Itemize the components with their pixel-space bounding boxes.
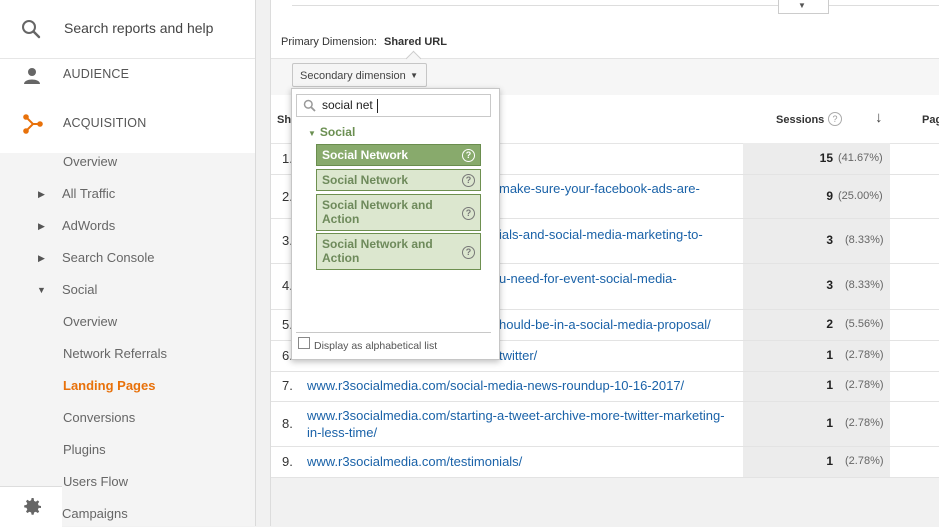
- dimension-search-value: social net: [322, 98, 373, 112]
- help-icon[interactable]: ?: [462, 149, 475, 162]
- row-percent: (5.56%): [845, 318, 884, 330]
- column-header-sessions[interactable]: Sessions: [776, 114, 824, 126]
- caret-down-icon[interactable]: ▼: [37, 285, 46, 295]
- text-cursor: [377, 99, 378, 113]
- divider: [292, 5, 939, 6]
- sidebar-item-search-console[interactable]: Search Console: [62, 250, 155, 265]
- row-link[interactable]: u-need-for-event-social-media-: [499, 270, 677, 287]
- admin-button[interactable]: [0, 486, 62, 527]
- row-number: 7.: [282, 378, 293, 393]
- collapse-toggle[interactable]: ▼: [778, 0, 829, 14]
- sidebar-item-audience[interactable]: AUDIENCE: [0, 59, 255, 103]
- row-link[interactable]: ials-and-social-media-marketing-to-: [499, 226, 703, 243]
- row-number: 8.: [282, 416, 293, 431]
- row-sessions: 1: [826, 348, 833, 362]
- sidebar-item-network-referrals[interactable]: Network Referrals: [63, 346, 167, 361]
- dimension-search-field[interactable]: social net: [296, 94, 491, 117]
- sidebar-item-users-flow[interactable]: Users Flow: [63, 474, 128, 489]
- option-label: Social Network: [322, 148, 409, 162]
- secondary-dimension-label: Secondary dimension: [300, 70, 406, 82]
- option-social-network-selected[interactable]: Social Network ?: [316, 144, 481, 166]
- caret-right-icon[interactable]: ▶: [38, 253, 45, 264]
- row-sessions: 1: [826, 416, 833, 430]
- row-link[interactable]: www.r3socialmedia.com/testimonials/: [307, 453, 522, 470]
- row-link[interactable]: www.r3socialmedia.com/starting-a-tweet-a…: [307, 407, 737, 441]
- secondary-dimension-button[interactable]: Secondary dimension ▼: [292, 63, 427, 87]
- sidebar-item-label: AUDIENCE: [63, 67, 130, 81]
- sidebar-item-acquisition[interactable]: ACQUISITION: [0, 103, 255, 153]
- table-row: 7. www.r3socialmedia.com/social-media-ne…: [271, 371, 939, 402]
- sidebar-item-adwords[interactable]: AdWords: [62, 218, 115, 233]
- row-percent: (41.67%): [838, 152, 883, 164]
- sidebar-item-all-traffic[interactable]: All Traffic: [62, 186, 115, 201]
- acquisition-icon: [22, 113, 44, 140]
- arrow-down-icon[interactable]: ↓: [875, 109, 883, 126]
- sidebar-item-label: ACQUISITION: [63, 116, 147, 130]
- sidebar-item-landing-pages[interactable]: Landing Pages: [63, 378, 155, 393]
- help-icon[interactable]: ?: [462, 245, 475, 259]
- option-social-network[interactable]: Social Network ?: [316, 169, 481, 191]
- row-percent: (2.78%): [845, 349, 884, 361]
- search-input[interactable]: Search reports and help: [64, 20, 213, 36]
- row-percent: (2.78%): [845, 455, 884, 467]
- row-sessions: 15: [819, 151, 833, 165]
- chevron-down-icon: ▼: [410, 71, 418, 80]
- primary-dimension-label: Primary Dimension:: [281, 36, 377, 48]
- sidebar-item-conversions[interactable]: Conversions: [63, 410, 135, 425]
- chevron-down-icon[interactable]: ▼: [798, 1, 806, 10]
- row-link[interactable]: twitter/: [499, 347, 537, 364]
- column-header-pages[interactable]: Pag: [922, 114, 939, 126]
- alphabetical-checkbox-label[interactable]: Display as alphabetical list: [314, 340, 437, 352]
- row-percent: (2.78%): [845, 417, 884, 429]
- table-footer: [271, 478, 939, 526]
- secondary-dimension-dropdown: social net ▼ Social Social Network ? Soci…: [291, 88, 500, 360]
- option-label: Social Network and Action: [322, 237, 433, 265]
- gear-icon[interactable]: [20, 495, 44, 524]
- row-percent: (8.33%): [845, 279, 884, 291]
- row-sessions: 3: [826, 278, 833, 292]
- search-icon: [303, 99, 316, 117]
- row-percent: (25.00%): [838, 190, 883, 202]
- alphabetical-checkbox[interactable]: [298, 337, 310, 349]
- sidebar-item-social-overview[interactable]: Overview: [63, 314, 117, 329]
- option-label: Social Network and Action: [322, 198, 433, 226]
- row-sessions: 2: [826, 317, 833, 331]
- sidebar-nav: AUDIENCE ACQUISITION Overview ▶ All Traf…: [0, 59, 255, 526]
- row-sessions: 1: [826, 378, 833, 392]
- caret-down-icon: ▼: [308, 129, 316, 138]
- sidebar-item-plugins[interactable]: Plugins: [63, 442, 106, 457]
- row-number: 9.: [282, 454, 293, 469]
- option-group-label: Social: [319, 125, 356, 139]
- sidebar-item-campaigns[interactable]: Campaigns: [62, 506, 128, 521]
- sidebar-item-overview[interactable]: Overview: [63, 154, 117, 169]
- caret-right-icon[interactable]: ▶: [38, 189, 45, 200]
- row-percent: (2.78%): [845, 379, 884, 391]
- sidebar-search[interactable]: Search reports and help: [0, 0, 255, 59]
- option-group-social[interactable]: ▼ Social: [308, 125, 355, 139]
- row-link[interactable]: hould-be-in-a-social-media-proposal/: [499, 316, 711, 333]
- table-row: 9. www.r3socialmedia.com/testimonials/ 1…: [271, 446, 939, 478]
- caret-right-icon[interactable]: ▶: [38, 221, 45, 232]
- row-sessions: 1: [826, 454, 833, 468]
- help-icon[interactable]: ?: [462, 174, 475, 187]
- help-icon[interactable]: ?: [462, 206, 475, 220]
- row-percent: (8.33%): [845, 234, 884, 246]
- sidebar: Search reports and help AUDIENCE ACQUISI…: [0, 0, 256, 527]
- table-row: 8. www.r3socialmedia.com/starting-a-twee…: [271, 401, 939, 447]
- option-label: Social Network: [322, 173, 409, 187]
- row-link[interactable]: make-sure-your-facebook-ads-are-: [499, 180, 700, 197]
- divider: [296, 332, 491, 333]
- row-link[interactable]: www.r3socialmedia.com/social-media-news-…: [307, 377, 684, 394]
- row-sessions: 3: [826, 233, 833, 247]
- person-icon: [22, 66, 42, 91]
- option-social-network-and-action[interactable]: Social Network and Action ?: [316, 233, 481, 270]
- sidebar-item-social[interactable]: Social: [62, 282, 97, 297]
- row-sessions: 9: [826, 189, 833, 203]
- primary-dimension-shared-url[interactable]: Shared URL: [384, 36, 447, 48]
- option-social-network-and-action[interactable]: Social Network and Action ?: [316, 194, 481, 231]
- search-icon[interactable]: [20, 18, 42, 45]
- help-icon[interactable]: ?: [828, 112, 842, 126]
